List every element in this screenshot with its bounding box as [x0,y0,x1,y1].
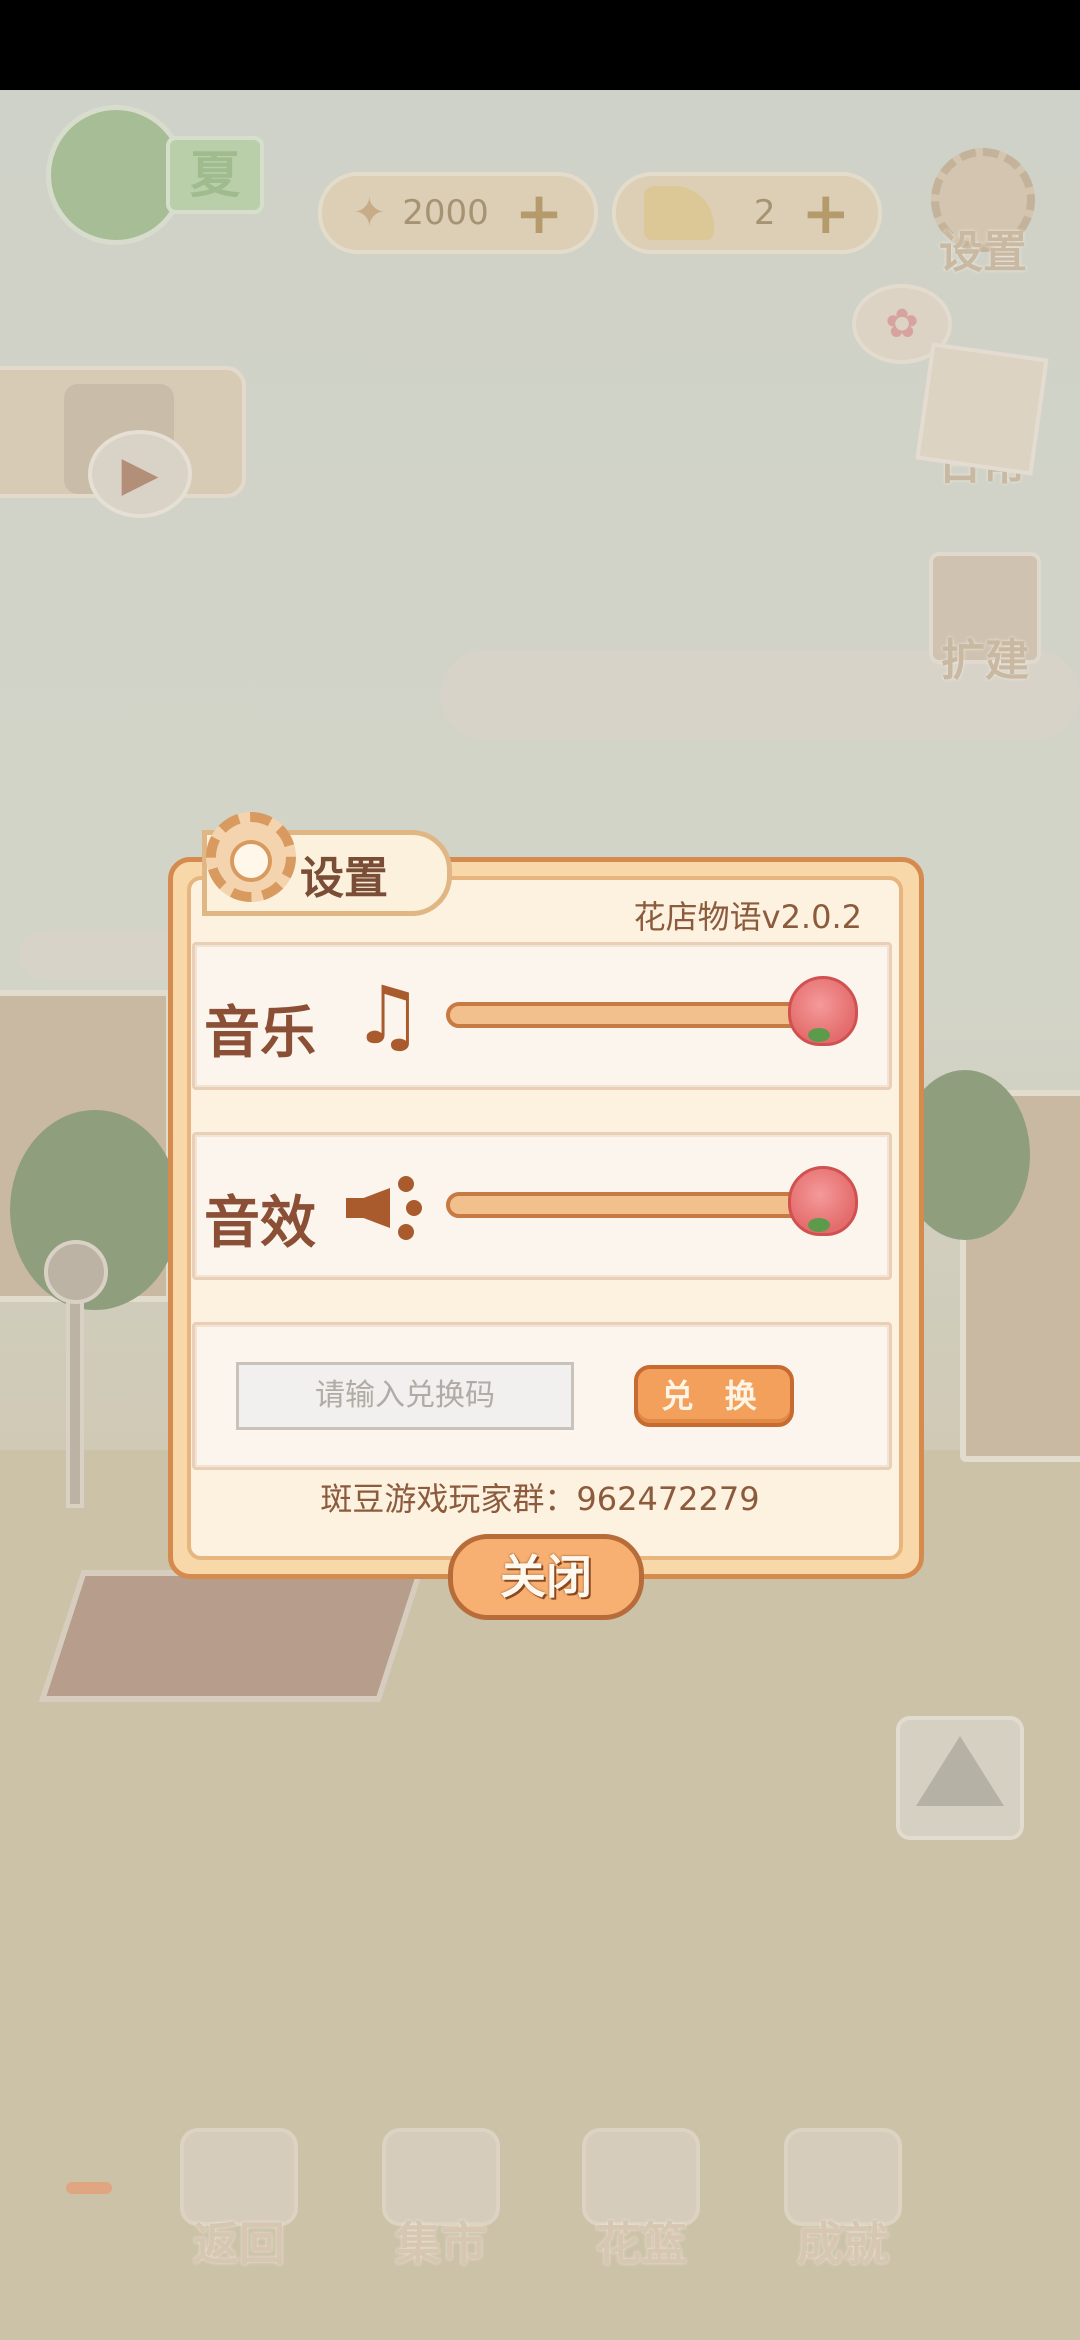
cheese-icon [643,186,714,240]
sfx-knob-leaf [808,1218,830,1232]
picnic-rug [38,1570,424,1702]
settings-button[interactable]: 设置 [918,148,1048,288]
version-text: 花店物语v2.0.2 [633,898,862,936]
season-label: 夏 [166,136,264,214]
lamp-post [66,1270,84,1508]
music-slider[interactable] [446,976,858,1046]
nav-basket-label: 花篮 [595,2217,687,2271]
player-group-text: 斑豆游戏玩家群：962472279 [320,1480,760,1518]
tree-icon [46,105,186,245]
music-note-icon: ♫ [352,969,424,1062]
expand-button[interactable]: 扩建 [920,552,1050,692]
sfx-slider-track [446,1192,840,1218]
nav-back[interactable]: 返回 [174,2128,304,2274]
daily-button[interactable]: 日常 [912,342,1052,490]
dialog-title: 设置 [300,853,388,904]
nav-basket[interactable]: 花篮 [576,2128,706,2274]
expand-label: 扩建 [941,635,1029,686]
map-button[interactable] [896,1716,1024,1840]
fish-currency: ✦ 2000 + [318,172,598,254]
nav-achievements[interactable]: 成就 [778,2128,908,2274]
redeem-code-input[interactable]: 请输入兑换码 [236,1362,574,1430]
collapse-handle[interactable] [66,2182,112,2194]
fish-count: 2000 [402,193,489,233]
status-bar [0,0,1080,90]
settings-label: 设置 [939,227,1027,278]
gear-icon [206,812,296,902]
nav-achievements-label: 成就 [797,2217,889,2271]
fish-icon: ✦ [352,190,387,236]
speaker-paw-icon [346,1172,428,1242]
music-knob-leaf [808,1028,830,1042]
music-slider-track [446,1002,840,1028]
add-fish-button[interactable]: + [515,179,564,247]
nav-back-label: 返回 [193,2217,285,2271]
season-indicator[interactable]: 夏 [40,105,270,245]
daily-notes-icon [915,342,1049,476]
redeem-button[interactable]: 兑 换 [634,1365,794,1427]
music-label: 音乐 [204,1001,316,1066]
mountain-icon [916,1736,1004,1806]
sfx-label: 音效 [204,1191,316,1256]
lamp-light [44,1240,108,1304]
add-cheese-button[interactable]: + [802,179,851,247]
play-icon: ▶ [88,430,192,518]
cheese-count: 2 [753,193,776,233]
sfx-slider[interactable] [446,1166,858,1236]
cheese-currency: 2 + [612,172,882,254]
nav-market-label: 集市 [395,2217,487,2271]
video-reward-panel[interactable]: ▶ [0,366,246,518]
close-button[interactable]: 关闭 [448,1534,644,1620]
nav-market[interactable]: 集市 [376,2128,506,2274]
